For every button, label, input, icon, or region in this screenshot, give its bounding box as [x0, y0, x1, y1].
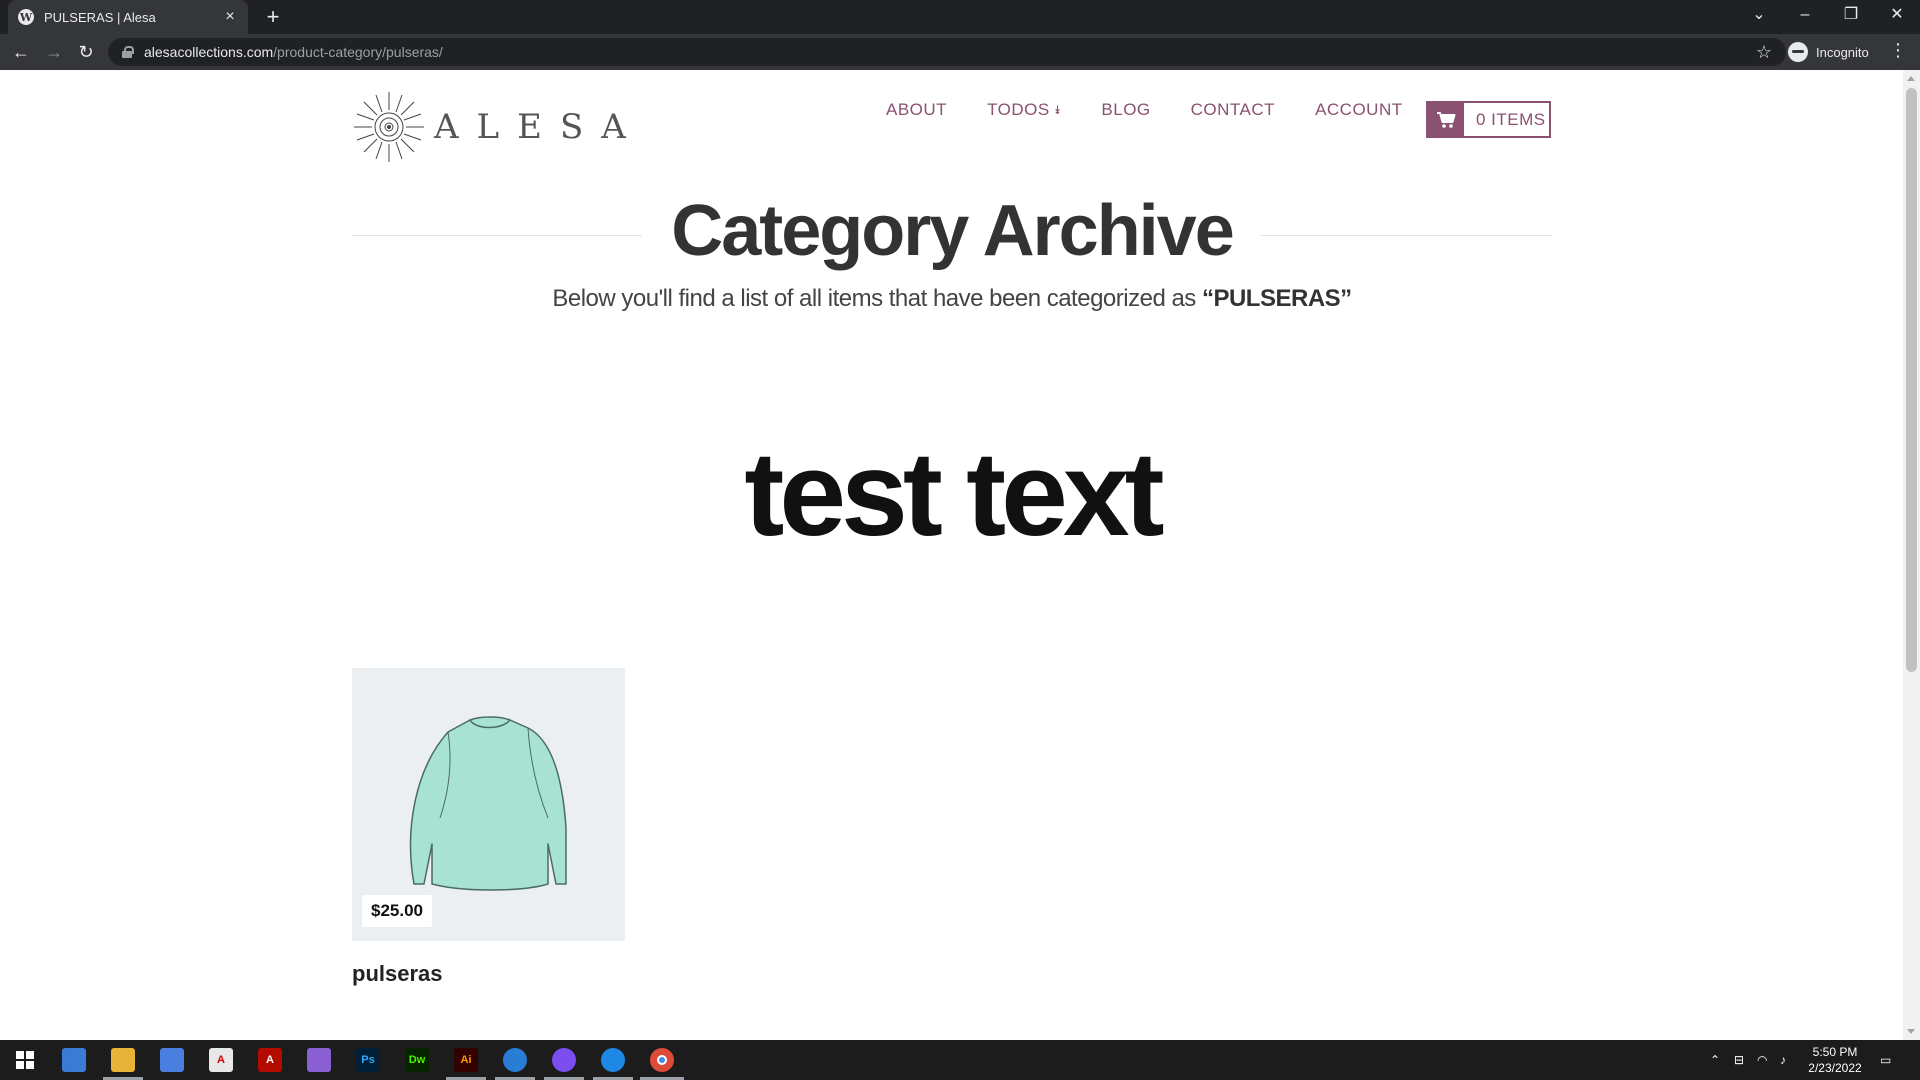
tab-title: PULSERAS | Alesa — [44, 9, 156, 25]
cart-count-label: 0 ITEMS — [1476, 109, 1546, 129]
nav-todos-label: TODOS — [987, 100, 1050, 119]
new-tab-button[interactable]: + — [260, 4, 286, 30]
archive-header: Category Archive — [352, 190, 1552, 271]
clock-time: 5:50 PM — [1812, 1045, 1858, 1059]
close-window-button[interactable]: ✕ — [1874, 0, 1920, 30]
photoshop-icon[interactable]: Ps — [356, 1048, 380, 1072]
acrobat-pro-icon[interactable]: A — [258, 1048, 282, 1072]
shopping-cart-icon — [1428, 103, 1464, 136]
nav-about[interactable]: ABOUT — [886, 100, 947, 120]
messenger-icon[interactable] — [552, 1048, 576, 1072]
notifications-icon[interactable]: ▭ — [1880, 1040, 1891, 1080]
web-page: ALESA ABOUT TODOS ⯯ BLOG CONTACT ACCOUNT… — [0, 70, 1903, 1040]
illustrator-icon[interactable]: Ai — [454, 1048, 478, 1072]
tab-search-icon[interactable]: ⌄ — [1736, 0, 1782, 30]
browser-tab[interactable]: W PULSERAS | Alesa × — [8, 0, 248, 34]
url-path: /product-category/pulseras/ — [273, 44, 443, 60]
page-title: Category Archive — [671, 191, 1235, 271]
logo-wordmark: ALESA — [434, 107, 644, 147]
archive-subtitle-text: Below you'll find a list of all items th… — [552, 285, 1202, 312]
nav-todos[interactable]: TODOS ⯯ — [987, 100, 1061, 120]
whatsapp-icon[interactable] — [601, 1048, 625, 1072]
forward-button[interactable]: → — [42, 40, 66, 64]
incognito-icon — [1788, 42, 1808, 62]
network-icon[interactable]: ⊟ — [1734, 1040, 1744, 1080]
product-card[interactable]: $25.00 — [352, 668, 625, 941]
wordpress-icon: W — [18, 9, 34, 25]
archive-category-name: “PULSERAS” — [1201, 285, 1352, 312]
chat-app-icon[interactable] — [503, 1048, 527, 1072]
nav-contact[interactable]: CONTACT — [1191, 100, 1275, 120]
back-button[interactable]: ← — [9, 40, 33, 64]
file-explorer-icon[interactable] — [111, 1048, 135, 1072]
browser-menu-icon[interactable]: ⋮ — [1888, 40, 1908, 61]
sun-emblem-icon — [354, 92, 424, 162]
scroll-up-arrow-icon[interactable] — [1907, 76, 1915, 81]
scroll-down-arrow-icon[interactable] — [1907, 1029, 1915, 1034]
test-heading: test text — [744, 427, 1164, 561]
nav-blog[interactable]: BLOG — [1101, 100, 1150, 120]
incognito-indicator[interactable]: Incognito — [1788, 40, 1869, 64]
cart-button[interactable]: 0 ITEMS — [1426, 101, 1551, 138]
product-price: $25.00 — [362, 895, 432, 927]
volume-icon[interactable]: ♪ — [1780, 1040, 1786, 1080]
chrome-icon[interactable] — [650, 1048, 674, 1072]
page-scrollbar[interactable] — [1903, 70, 1920, 1040]
site-logo[interactable]: ALESA — [352, 90, 644, 164]
reload-button[interactable]: ↻ — [74, 40, 98, 64]
product-title[interactable]: pulseras — [352, 961, 443, 987]
address-bar[interactable]: alesacollections.com/product-category/pu… — [108, 38, 1786, 66]
incognito-label: Incognito — [1816, 44, 1869, 60]
dreamweaver-icon[interactable]: Dw — [405, 1048, 429, 1072]
close-tab-icon[interactable]: × — [222, 8, 238, 26]
clock-date: 2/23/2022 — [1808, 1061, 1862, 1075]
restore-button[interactable]: ❐ — [1828, 0, 1874, 30]
browser-toolbar: ← → ↻ alesacollections.com/product-categ… — [0, 34, 1920, 70]
main-nav: ABOUT TODOS ⯯ BLOG CONTACT ACCOUNT — [886, 100, 1443, 120]
browser-tabbar: W PULSERAS | Alesa × + ⌄ – ❐ ✕ — [0, 0, 1920, 34]
nav-account[interactable]: ACCOUNT — [1315, 100, 1403, 120]
double-chevron-down-icon: ⯯ — [1053, 102, 1062, 117]
finder-app-icon[interactable] — [62, 1048, 86, 1072]
archive-subtitle: Below you'll find a list of all items th… — [352, 285, 1552, 313]
scrollbar-thumb[interactable] — [1906, 88, 1917, 672]
app-icon-purple[interactable] — [307, 1048, 331, 1072]
docs-app-icon[interactable] — [160, 1048, 184, 1072]
windows-start-icon[interactable] — [13, 1048, 37, 1072]
bookmark-star-icon[interactable]: ☆ — [1756, 42, 1772, 63]
tray-chevron-icon[interactable]: ⌃ — [1710, 1040, 1720, 1080]
taskbar-clock[interactable]: 5:50 PM 2/23/2022 — [1795, 1044, 1875, 1076]
url-host: alesacollections.com — [144, 44, 274, 60]
windows-taskbar: A A Ps Dw Ai ⌃ ⊟ ◠ ♪ 5:50 PM 2/23/2022 ▭ — [0, 1040, 1920, 1080]
wifi-icon[interactable]: ◠ — [1757, 1040, 1767, 1080]
lock-icon — [122, 46, 134, 58]
acrobat-reader-icon[interactable]: A — [209, 1048, 233, 1072]
minimize-button[interactable]: – — [1782, 0, 1828, 30]
